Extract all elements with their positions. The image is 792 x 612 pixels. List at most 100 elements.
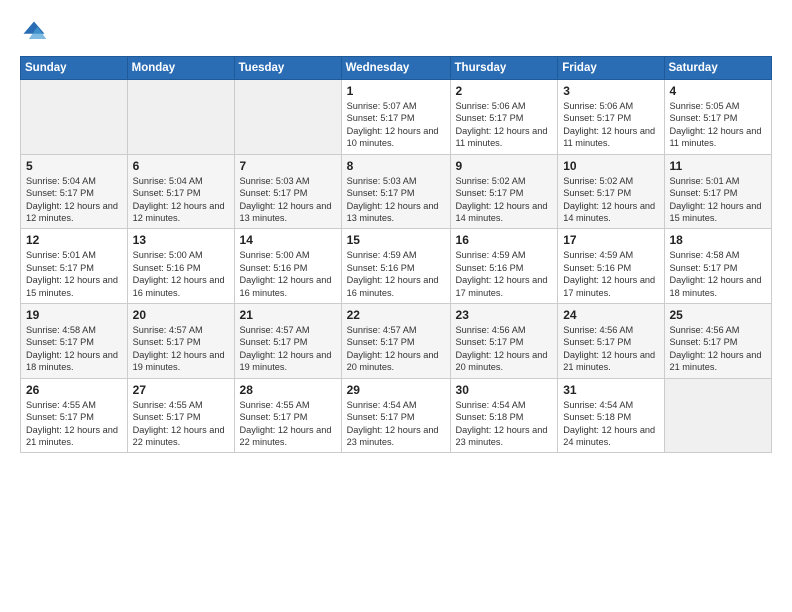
day-number: 14: [240, 233, 336, 247]
day-number: 20: [133, 308, 229, 322]
day-info-line: Daylight: 12 hours and 21 minutes.: [563, 349, 658, 374]
day-number: 17: [563, 233, 658, 247]
day-info-line: Sunrise: 4:54 AM: [456, 399, 553, 411]
calendar-cell: 1Sunrise: 5:07 AMSunset: 5:17 PMDaylight…: [341, 80, 450, 155]
day-info-line: Daylight: 12 hours and 11 minutes.: [670, 125, 767, 150]
day-number: 31: [563, 383, 658, 397]
week-row-4: 19Sunrise: 4:58 AMSunset: 5:17 PMDayligh…: [21, 304, 772, 379]
day-number: 2: [456, 84, 553, 98]
calendar-cell: 26Sunrise: 4:55 AMSunset: 5:17 PMDayligh…: [21, 378, 128, 453]
calendar-cell: 30Sunrise: 4:54 AMSunset: 5:18 PMDayligh…: [450, 378, 558, 453]
day-number: 18: [670, 233, 767, 247]
day-info-line: Sunset: 5:16 PM: [456, 262, 553, 274]
day-info-line: Sunrise: 5:01 AM: [670, 175, 767, 187]
day-info-line: Daylight: 12 hours and 11 minutes.: [563, 125, 658, 150]
day-info-line: Sunset: 5:17 PM: [26, 411, 122, 423]
day-info-line: Sunrise: 5:07 AM: [347, 100, 445, 112]
day-info-line: Sunset: 5:17 PM: [456, 336, 553, 348]
weekday-header-tuesday: Tuesday: [234, 57, 341, 80]
day-info-line: Daylight: 12 hours and 16 minutes.: [133, 274, 229, 299]
day-number: 8: [347, 159, 445, 173]
day-number: 25: [670, 308, 767, 322]
calendar-cell: 17 Sunrise: 4:59 AMSunset: 5:16 PMDayligh…: [558, 229, 664, 304]
day-info-line: Daylight: 12 hours and 23 minutes.: [347, 424, 445, 449]
calendar-cell: 29 Sunrise: 4:54 AMSunset: 5:17 PMDayligh…: [341, 378, 450, 453]
day-info-line: Sunrise: 4:58 AM: [670, 249, 767, 261]
day-info-line: Sunset: 5:17 PM: [456, 112, 553, 124]
day-info-line: Sunset: 5:17 PM: [563, 187, 658, 199]
day-info-line: Daylight: 12 hours and 16 minutes.: [347, 274, 445, 299]
day-number: 5: [26, 159, 122, 173]
calendar-cell: [21, 80, 128, 155]
day-number: 6: [133, 159, 229, 173]
weekday-header-sunday: Sunday: [21, 57, 128, 80]
day-info-line: Sunrise: 4:59 AM: [347, 249, 445, 261]
day-info-line: Daylight: 12 hours and 24 minutes.: [563, 424, 658, 449]
logo: [20, 18, 52, 46]
day-info-line: Sunset: 5:16 PM: [133, 262, 229, 274]
calendar-cell: 15Sunrise: 4:59 AMSunset: 5:16 PMDayligh…: [341, 229, 450, 304]
day-info-line: Daylight: 12 hours and 16 minutes.: [240, 274, 336, 299]
calendar-cell: [234, 80, 341, 155]
day-info-line: Sunrise: 4:54 AM: [347, 399, 445, 411]
day-info-line: Sunset: 5:16 PM: [563, 262, 658, 274]
day-info-line: Daylight: 12 hours and 17 minutes.: [563, 274, 658, 299]
day-info-line: Sunset: 5:17 PM: [133, 411, 229, 423]
day-info-line: Daylight: 12 hours and 22 minutes.: [240, 424, 336, 449]
day-info-line: Sunrise: 4:57 AM: [347, 324, 445, 336]
day-info-line: Sunrise: 4:59 AM: [563, 249, 658, 261]
calendar-cell: [127, 80, 234, 155]
day-info-line: Sunrise: 5:06 AM: [563, 100, 658, 112]
day-info-line: Sunset: 5:17 PM: [133, 187, 229, 199]
day-info-line: Sunset: 5:17 PM: [240, 411, 336, 423]
day-number: 13: [133, 233, 229, 247]
day-info-line: Sunset: 5:17 PM: [563, 112, 658, 124]
day-info-line: Sunrise: 4:59 AM: [456, 249, 553, 261]
day-info-line: Daylight: 12 hours and 19 minutes.: [133, 349, 229, 374]
logo-icon: [20, 18, 48, 46]
day-number: 23: [456, 308, 553, 322]
week-row-1: 1Sunrise: 5:07 AMSunset: 5:17 PMDaylight…: [21, 80, 772, 155]
day-info-line: Sunset: 5:18 PM: [456, 411, 553, 423]
day-info-line: Sunrise: 5:00 AM: [133, 249, 229, 261]
calendar-cell: 25Sunrise: 4:56 AMSunset: 5:17 PMDayligh…: [664, 304, 772, 379]
day-info-line: Daylight: 12 hours and 12 minutes.: [133, 200, 229, 225]
weekday-header-friday: Friday: [558, 57, 664, 80]
weekday-header-monday: Monday: [127, 57, 234, 80]
day-number: 1: [347, 84, 445, 98]
day-info-line: Sunset: 5:17 PM: [670, 336, 767, 348]
calendar-cell: 8Sunrise: 5:03 AMSunset: 5:17 PMDaylight…: [341, 154, 450, 229]
calendar-cell: [664, 378, 772, 453]
day-info-line: Sunset: 5:17 PM: [670, 112, 767, 124]
day-number: 10: [563, 159, 658, 173]
day-info-line: Daylight: 12 hours and 14 minutes.: [456, 200, 553, 225]
calendar-cell: 28Sunrise: 4:55 AMSunset: 5:17 PMDayligh…: [234, 378, 341, 453]
day-info-line: Sunset: 5:17 PM: [347, 411, 445, 423]
day-number: 19: [26, 308, 122, 322]
day-info-line: Sunrise: 4:56 AM: [563, 324, 658, 336]
day-info-line: Sunset: 5:17 PM: [670, 187, 767, 199]
day-info-line: Sunrise: 5:02 AM: [563, 175, 658, 187]
calendar-cell: 2Sunrise: 5:06 AMSunset: 5:17 PMDaylight…: [450, 80, 558, 155]
calendar-cell: 24Sunrise: 4:56 AMSunset: 5:17 PMDayligh…: [558, 304, 664, 379]
day-info-line: Daylight: 12 hours and 13 minutes.: [240, 200, 336, 225]
calendar-cell: 13 Sunrise: 5:00 AMSunset: 5:16 PMDayligh…: [127, 229, 234, 304]
calendar-cell: 7Sunrise: 5:03 AMSunset: 5:17 PMDaylight…: [234, 154, 341, 229]
calendar-cell: 4Sunrise: 5:05 AMSunset: 5:17 PMDaylight…: [664, 80, 772, 155]
calendar-cell: 23Sunrise: 4:56 AMSunset: 5:17 PMDayligh…: [450, 304, 558, 379]
calendar-cell: 9Sunrise: 5:02 AMSunset: 5:17 PMDaylight…: [450, 154, 558, 229]
day-info-line: Daylight: 12 hours and 17 minutes.: [456, 274, 553, 299]
calendar-cell: 27Sunrise: 4:55 AMSunset: 5:17 PMDayligh…: [127, 378, 234, 453]
weekday-header-saturday: Saturday: [664, 57, 772, 80]
day-info-line: Sunrise: 5:01 AM: [26, 249, 122, 261]
calendar: SundayMondayTuesdayWednesdayThursdayFrid…: [20, 56, 772, 453]
calendar-cell: 20Sunrise: 4:57 AMSunset: 5:17 PMDayligh…: [127, 304, 234, 379]
calendar-cell: 12Sunrise: 5:01 AMSunset: 5:17 PMDayligh…: [21, 229, 128, 304]
day-info-line: Sunset: 5:17 PM: [670, 262, 767, 274]
day-info-line: Sunrise: 4:54 AM: [563, 399, 658, 411]
day-number: 29: [347, 383, 445, 397]
day-info-line: Daylight: 12 hours and 12 minutes.: [26, 200, 122, 225]
day-number: 12: [26, 233, 122, 247]
day-info-line: Sunset: 5:17 PM: [456, 187, 553, 199]
week-row-3: 12 Sunrise: 5:01 AM Sunset: 5:17 PM Dayligh…: [21, 229, 772, 304]
